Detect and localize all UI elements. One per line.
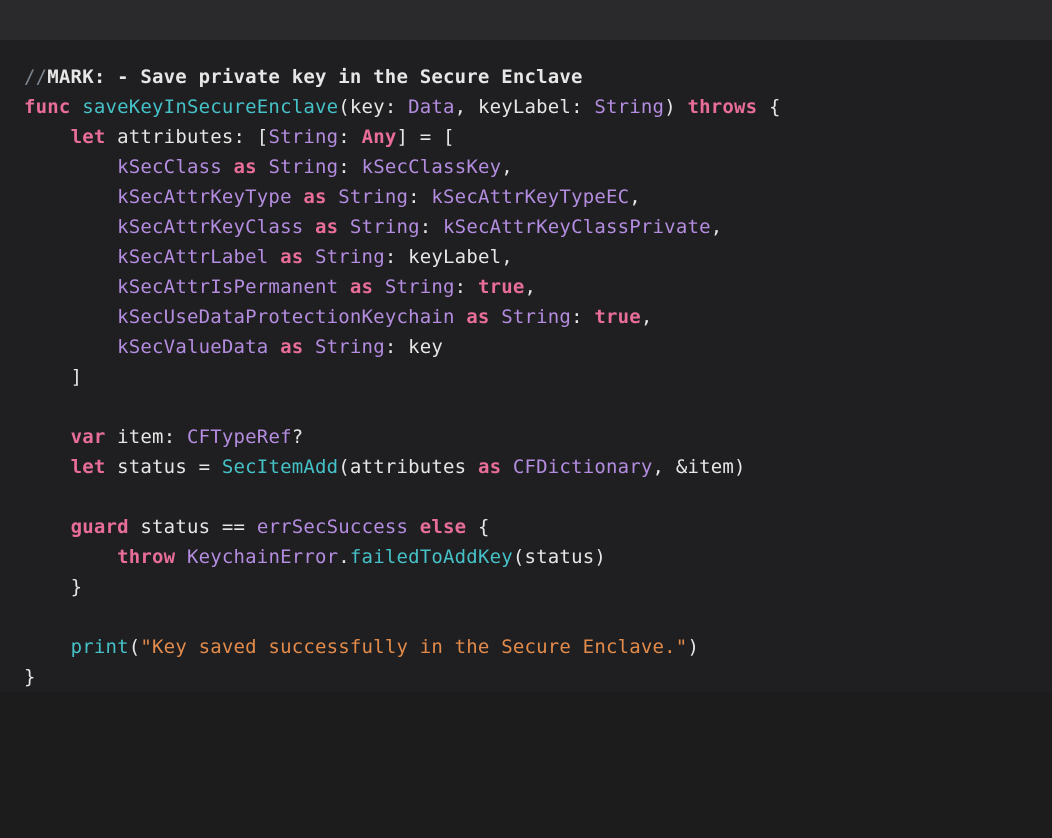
code-line: } <box>24 666 36 688</box>
code-line: guard status == errSecSuccess else { <box>24 516 490 538</box>
code-line: //MARK: - Save private key in the Secure… <box>24 66 583 88</box>
comment: //MARK: - Save private key in the Secure… <box>24 66 583 88</box>
code-line: let status = SecItemAdd(attributes as CF… <box>24 456 746 478</box>
code-line: kSecAttrKeyClass as String: kSecAttrKeyC… <box>24 216 722 238</box>
code-line: throw KeychainError.failedToAddKey(statu… <box>24 546 606 568</box>
editor-topbar <box>0 0 1052 40</box>
code-line: let attributes: [String: Any] = [ <box>24 126 455 148</box>
code-line: kSecClass as String: kSecClassKey, <box>24 156 513 178</box>
code-editor[interactable]: //MARK: - Save private key in the Secure… <box>0 40 1052 692</box>
code-line: ] <box>24 366 82 388</box>
code-line: func saveKeyInSecureEnclave(key: Data, k… <box>24 96 781 118</box>
code-line: kSecValueData as String: key <box>24 336 443 358</box>
code-line: kSecAttrLabel as String: keyLabel, <box>24 246 513 268</box>
code-line: kSecAttrIsPermanent as String: true, <box>24 276 536 298</box>
code-line: print("Key saved successfully in the Sec… <box>24 636 699 658</box>
code-line: kSecUseDataProtectionKeychain as String:… <box>24 306 653 328</box>
code-line: } <box>24 576 82 598</box>
code-line: kSecAttrKeyType as String: kSecAttrKeyTy… <box>24 186 641 208</box>
code-line: var item: CFTypeRef? <box>24 426 303 448</box>
